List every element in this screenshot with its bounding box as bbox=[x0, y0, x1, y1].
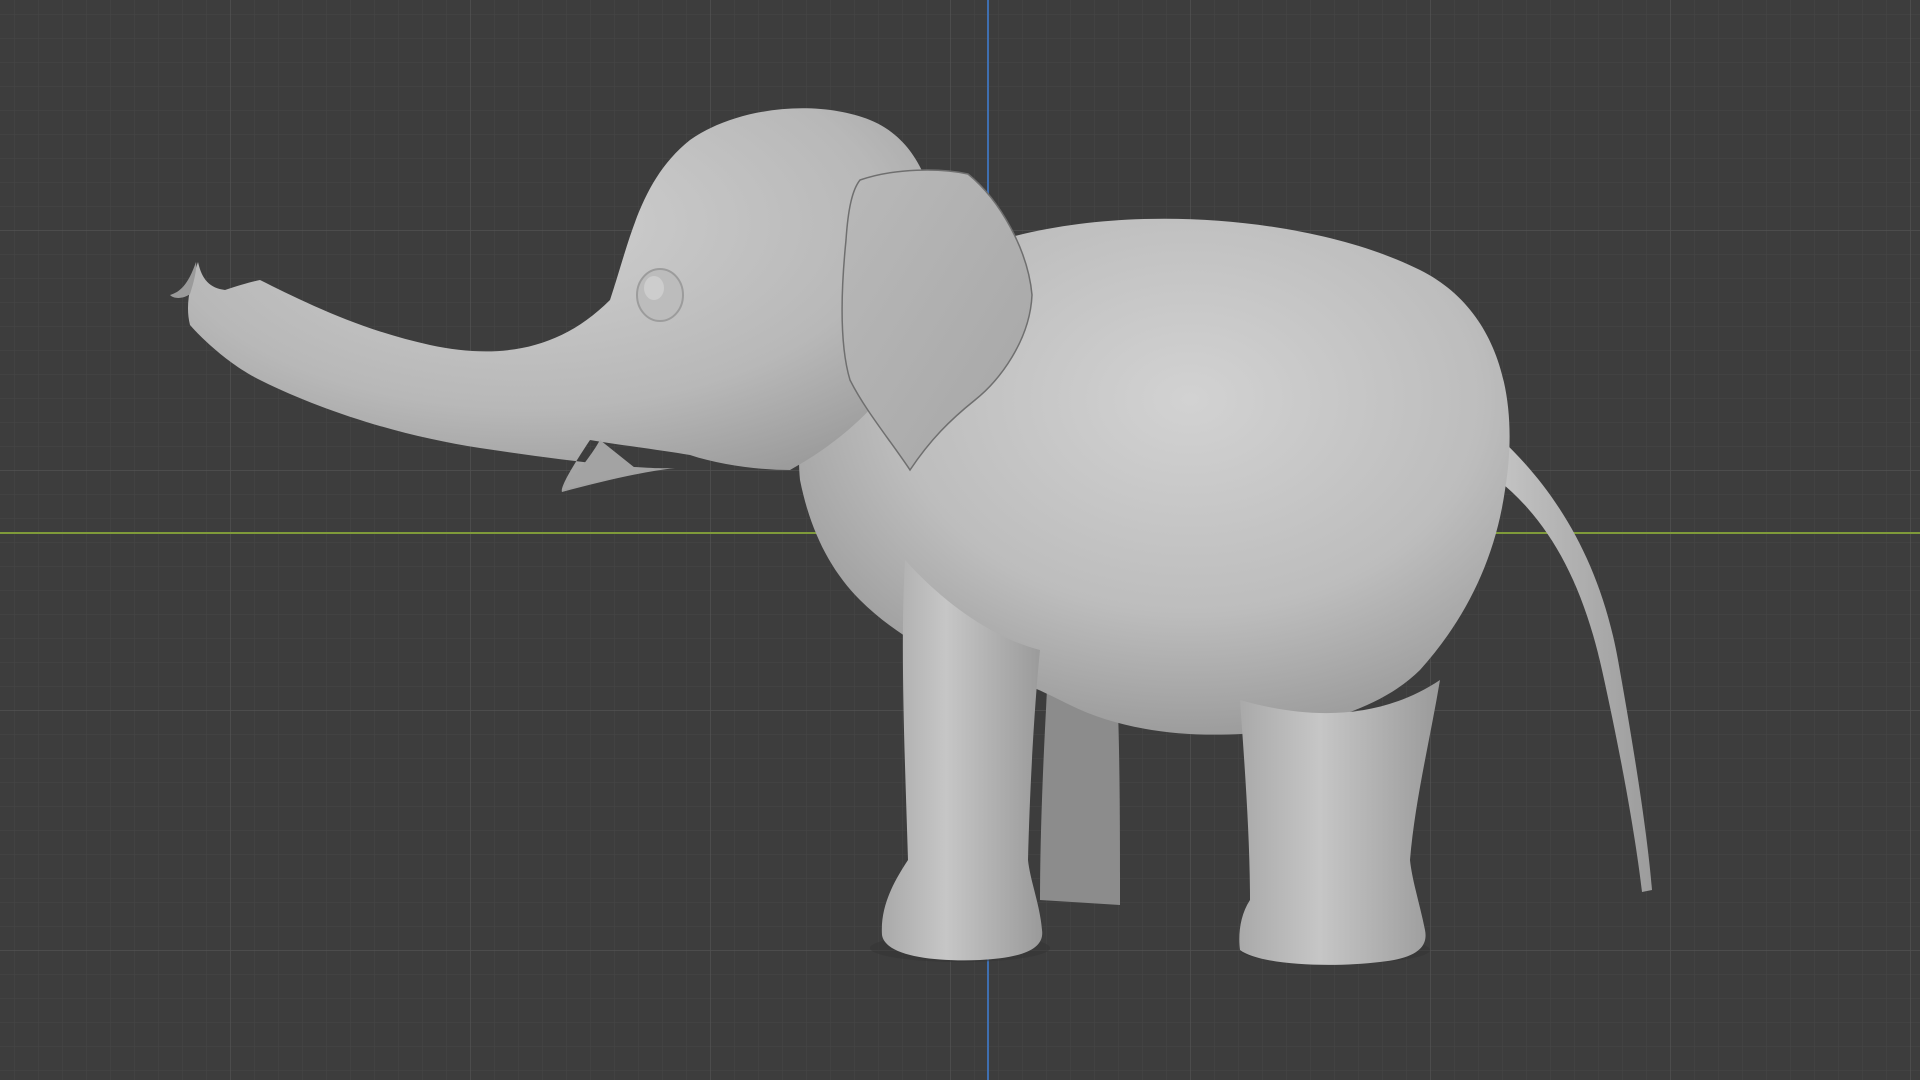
eye-highlight bbox=[644, 276, 664, 300]
3d-viewport[interactable] bbox=[0, 0, 1920, 1080]
viewport-canvas[interactable] bbox=[0, 0, 1920, 1080]
back-leg bbox=[1239, 680, 1440, 965]
